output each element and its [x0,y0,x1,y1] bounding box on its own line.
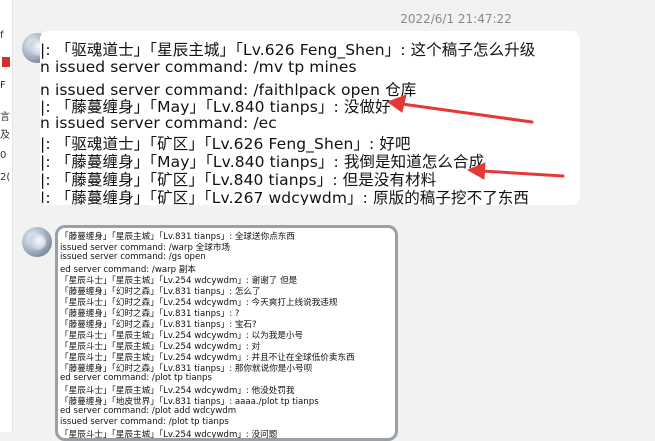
chat-log-line: 「星辰斗士」「星辰主城」「Lv.254 wdcywdm」: 没问题 [60,430,278,440]
red-arrow-head [466,162,486,180]
chat-log-line: ed server command: /plot tp tianps [60,373,212,383]
red-arrow-line [480,169,565,178]
sender-avatar[interactable] [22,227,52,257]
red-arrow-head [386,94,407,113]
chat-log-line: issued server command: /gs open [60,252,206,262]
chat-log-line: issued server command: /plot tp tianps [60,417,229,427]
chat-log-line: ed server command: /plot add wdcywdm [60,406,237,416]
red-arrow-line [400,102,534,124]
image-message-bubble[interactable]: 「藤蔓缠身」「星辰主城」「Lv.831 tianps」: 全球送你点东西 iss… [55,225,398,441]
